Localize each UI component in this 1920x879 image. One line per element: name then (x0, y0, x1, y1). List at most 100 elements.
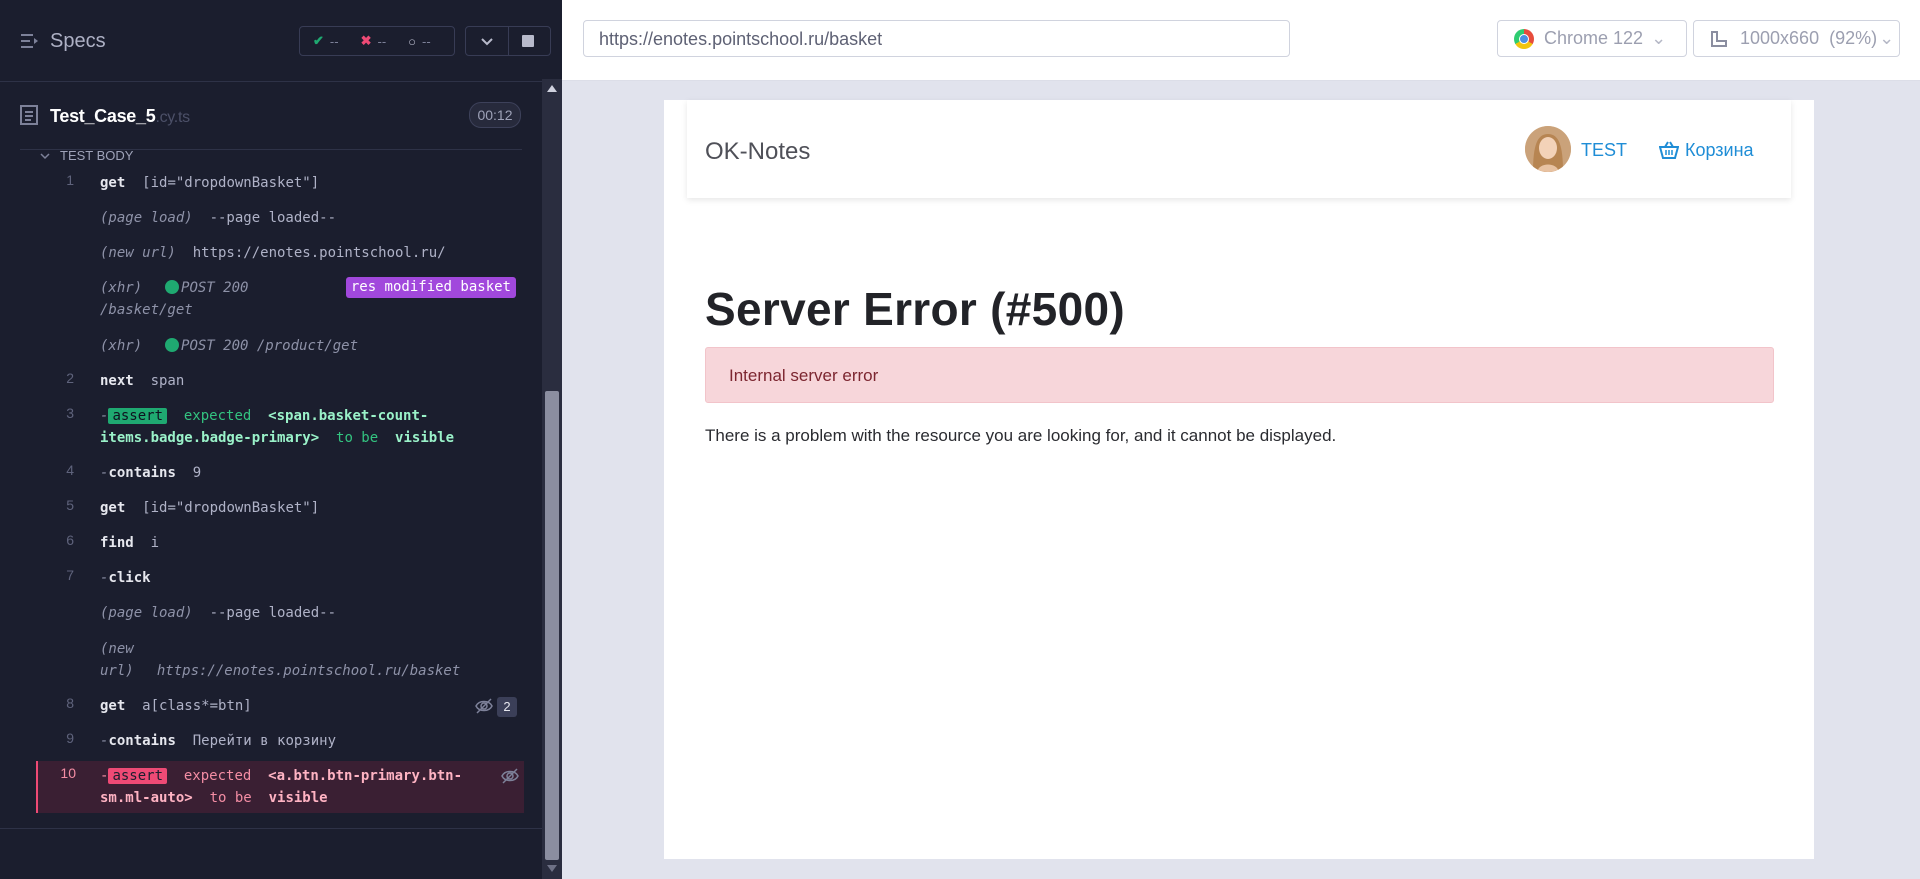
passed-count: -- (329, 33, 339, 49)
error-alert-text: Internal server error (729, 366, 879, 385)
error-description: There is a problem with the resource you… (705, 426, 1337, 445)
element-count-badge: 2 (497, 697, 517, 717)
assert-badge: assert (108, 408, 168, 424)
command-row[interactable]: 8 get a[class*=btn] 2 (36, 691, 522, 725)
spec-filename: Test_Case_5 (50, 106, 156, 126)
command-name: click (108, 570, 151, 586)
failed-stat: ✖ -- (361, 33, 387, 49)
browser-selector[interactable]: Chrome 122 ⌄ (1497, 20, 1687, 57)
command-row[interactable]: 2 next span (36, 366, 522, 400)
command-row[interactable]: 5 get [id="dropdownBasket"] (36, 493, 522, 527)
command-name: contains (108, 465, 176, 481)
command-name: next (100, 373, 134, 389)
file-icon (20, 105, 38, 125)
command-log: 1 get [id="dropdownBasket"] (page load) … (36, 168, 524, 813)
viewport-selector[interactable]: 1000x660 (92%) ⌄ (1693, 20, 1900, 57)
chevron-down-icon (40, 152, 50, 159)
assert-tobe: to be (336, 430, 379, 446)
eye-slash-icon (475, 698, 493, 714)
command-event: (page load) (100, 605, 193, 621)
basket-icon[interactable] (1659, 140, 1679, 160)
command-name: get (100, 175, 126, 191)
command-number: 6 (66, 532, 74, 548)
assert-row[interactable]: 3 - assert expected <span.basket-count-it… (36, 401, 522, 457)
command-number: 8 (66, 695, 74, 711)
command-name: get (100, 698, 126, 714)
command-row[interactable]: (xhr) POST 200 /product/get (36, 331, 522, 365)
command-url: /basket/get (100, 302, 193, 318)
chevron-down-icon[interactable] (479, 33, 495, 49)
browser-label: Chrome 122 (1544, 28, 1644, 48)
reporter-scrollbar[interactable] (542, 79, 562, 879)
command-number: 7 (66, 567, 74, 583)
command-row[interactable]: (page load) --page loaded-- (36, 598, 522, 632)
specs-title[interactable]: Specs (50, 30, 106, 53)
command-number: 9 (66, 730, 74, 746)
command-row[interactable]: 4 -contains 9 (36, 458, 522, 492)
stop-button[interactable] (522, 35, 534, 47)
ruler-icon (1711, 30, 1727, 47)
pending-circle-icon: ○ (408, 33, 417, 49)
command-number: 10 (60, 765, 76, 781)
app-frame: OK-Notes TEST Корзина Server Error (#500… (664, 100, 1814, 859)
status-dot-icon (165, 338, 180, 352)
command-message: span (150, 373, 185, 389)
command-name: find (100, 535, 134, 551)
assert-badge: assert (108, 768, 168, 784)
scroll-down-arrow-icon[interactable] (547, 865, 557, 872)
command-message: https://enotes.pointschool.ru/ (192, 245, 446, 261)
command-message: 9 (192, 465, 202, 481)
command-message: --page loaded-- (209, 210, 337, 226)
command-row[interactable]: 6 find i (36, 528, 522, 562)
command-row[interactable]: (new url) https://enotes.pointschool.ru/ (36, 238, 522, 272)
command-event: (new url) (100, 245, 176, 261)
command-row[interactable]: 1 get [id="dropdownBasket"] (36, 168, 522, 202)
assert-expected: expected (183, 408, 252, 424)
viewport-size: 1000x660 (1740, 28, 1820, 48)
command-row[interactable]: (page load) --page loaded-- (36, 203, 522, 237)
test-body-section[interactable]: TEST BODY (40, 148, 133, 163)
command-message: https://enotes.pointschool.ru/basket (156, 663, 461, 679)
assert-state: visible (268, 790, 328, 806)
command-message: a[class*=btn] (142, 698, 252, 714)
command-number: 1 (66, 172, 74, 188)
command-row[interactable]: (new url) https://enotes.pointschool.ru/… (36, 634, 522, 690)
url-bar[interactable]: https://enotes.pointschool.ru/basket (583, 20, 1290, 57)
divider (0, 828, 542, 829)
command-message: Перейти в корзину (192, 733, 337, 749)
scrollbar-thumb[interactable] (545, 391, 559, 860)
pending-stat: ○ -- (408, 34, 431, 49)
command-message: POST 200 /product/get (181, 338, 359, 354)
assert-tobe: to be (209, 790, 252, 806)
passed-stat: ✔ -- (313, 33, 339, 49)
scroll-up-arrow-icon[interactable] (547, 85, 557, 92)
command-number: 5 (66, 497, 74, 513)
user-link[interactable]: TEST (1581, 140, 1627, 161)
specs-header: Specs ✔ -- ✖ -- ○ -- (0, 0, 562, 82)
command-row[interactable]: 7 -click (36, 563, 522, 597)
pending-count: -- (422, 33, 431, 49)
command-row[interactable]: 9 -contains Перейти в корзину (36, 726, 522, 760)
check-icon: ✔ (313, 33, 324, 48)
viewport-scale: (92%) (1829, 28, 1878, 48)
command-number: 2 (66, 370, 74, 386)
reporter-panel: Specs ✔ -- ✖ -- ○ -- Test_Case_5.cy.ts 0… (0, 0, 562, 879)
command-name: contains (108, 733, 176, 749)
user-avatar[interactable] (1525, 126, 1571, 172)
basket-link[interactable]: Корзина (1685, 140, 1754, 161)
eye-slash-icon (501, 768, 519, 784)
spec-name: Test_Case_5.cy.ts (50, 106, 190, 127)
aut-panel: https://enotes.pointschool.ru/basket Chr… (562, 0, 1920, 879)
chevron-down-icon: ⌄ (1651, 28, 1667, 48)
spec-extension: .cy.ts (155, 109, 190, 126)
command-row[interactable]: (xhr) POST 200 /basket/get res modified … (36, 273, 522, 329)
error-alert: Internal server error (705, 347, 1774, 403)
stats-bar: ✔ -- ✖ -- ○ -- (299, 26, 455, 56)
controls-divider (508, 27, 509, 55)
command-message: i (150, 535, 160, 551)
spec-row[interactable]: Test_Case_5.cy.ts 00:12 (20, 100, 522, 130)
specs-list-icon[interactable] (21, 33, 39, 49)
failed-assert-row[interactable]: 10 - assert expected <a.btn.btn-primary.b… (36, 761, 524, 813)
failed-count: -- (377, 33, 387, 49)
brand-logo[interactable]: OK-Notes (705, 138, 810, 166)
